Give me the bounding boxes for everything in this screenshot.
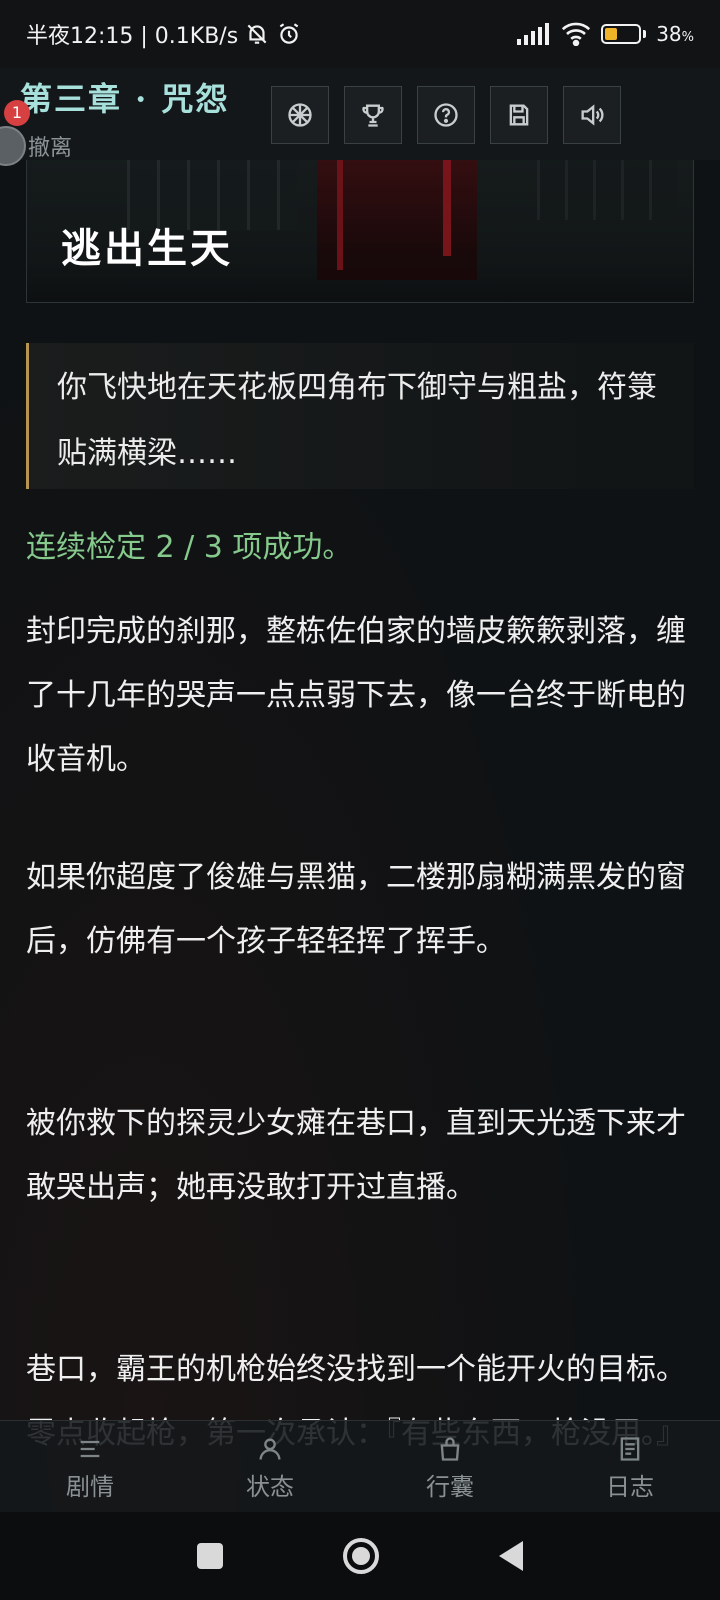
volume-icon (581, 104, 604, 126)
nav-item-label: 状态 (246, 1473, 294, 1501)
alarm-icon (279, 23, 299, 44)
check-result: 连续检定 2 / 3 项成功。 (26, 530, 353, 565)
toolbar (271, 86, 636, 144)
notification-badge: 1 (4, 100, 30, 126)
volume-button[interactable] (563, 86, 621, 144)
chapter-title: 第三章 · 咒怨 (20, 80, 230, 118)
trophy-icon (362, 104, 384, 127)
undo-button[interactable]: 撤离 (28, 130, 72, 162)
wheel-button[interactable] (271, 86, 329, 144)
hero-red-corridor (317, 160, 477, 280)
app-screen: 半夜12:15 | 0.1KB/s 38% 第三章 · 咒怨 撤离 1 逃出生天… (0, 0, 720, 1600)
chapter-hero-image: 逃出生天 (26, 160, 694, 303)
system-nav-bar (0, 1512, 720, 1600)
signal-icon (517, 23, 550, 45)
story-paragraph: 被你救下的探灵少女瘫在巷口，直到天光透下来才敢哭出声；她再没敢打开过直播。 (26, 1106, 686, 1205)
save-icon (509, 104, 529, 126)
home-button[interactable] (343, 1538, 379, 1574)
save-button[interactable] (490, 86, 548, 144)
nav-item-story[interactable]: 剧情 (0, 1421, 180, 1512)
story-quote: 你飞快地在天花板四角布下御守与粗盐，符箓贴满横梁…… (26, 343, 694, 489)
mute-bell-icon (247, 24, 267, 44)
nav-item-label: 日志 (606, 1473, 654, 1501)
nav-item-log[interactable]: 日志 (540, 1421, 720, 1512)
nav-item-bag[interactable]: 行囊 (360, 1421, 540, 1512)
bottom-nav: 剧情 状态 行囊 日志 (0, 1420, 720, 1512)
battery-icon (601, 24, 647, 44)
nav-item-label: 行囊 (426, 1473, 474, 1501)
menu-icon (80, 1440, 100, 1458)
status-bar: 半夜12:15 | 0.1KB/s 38% (0, 0, 720, 68)
recents-button[interactable] (197, 1543, 223, 1569)
back-button[interactable] (499, 1541, 523, 1571)
wheel-icon (288, 103, 312, 127)
hero-window-decoration-right (537, 160, 677, 220)
story-paragraph: 封印完成的刹那，整栋佐伯家的墙皮簌簌剥落，缠了十几年的哭声一点点弱下去，像一台终… (26, 614, 686, 777)
log-icon (620, 1437, 640, 1461)
user-icon (259, 1438, 281, 1460)
help-button[interactable] (417, 86, 475, 144)
bag-icon (440, 1437, 460, 1461)
nav-item-label: 剧情 (66, 1473, 114, 1501)
story-paragraph: 如果你超度了俊雄与黑猫，二楼那扇糊满黑发的窗后，仿佛有一个孩子轻轻挥了挥手。 (26, 860, 686, 959)
status-time: 半夜12:15 | 0.1KB/s (26, 24, 239, 49)
game-header: 第三章 · 咒怨 撤离 (0, 68, 720, 162)
hero-title: 逃出生天 (61, 225, 233, 272)
wifi-icon (562, 22, 591, 46)
achievements-button[interactable] (344, 86, 402, 144)
battery-percent: 38% (656, 22, 694, 46)
help-icon (434, 103, 458, 127)
nav-item-status[interactable]: 状态 (180, 1421, 360, 1512)
